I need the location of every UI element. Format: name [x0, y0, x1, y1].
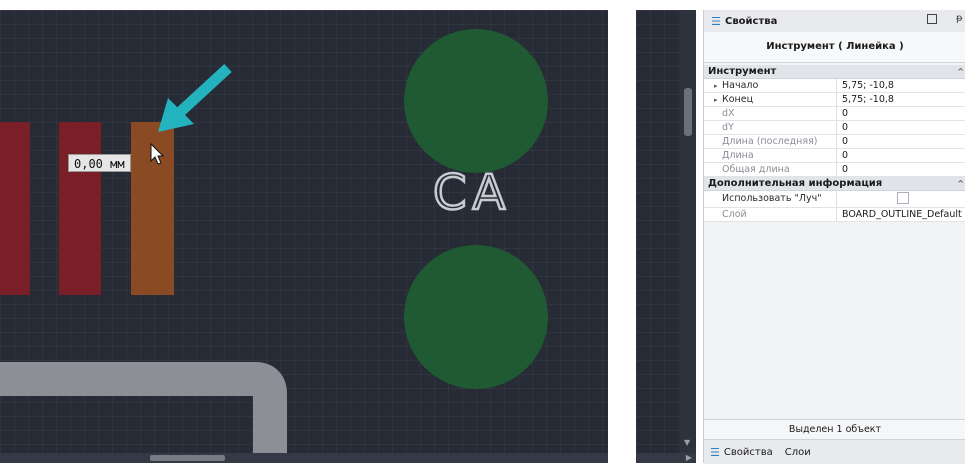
property-name: Использовать "Луч": [704, 191, 837, 207]
collapse-caret-icon[interactable]: ^: [957, 65, 964, 78]
splitter: [608, 10, 636, 463]
secondary-horizontal-scrollbar[interactable]: ▶: [636, 453, 696, 463]
properties-icon: ☰: [710, 445, 720, 459]
vertical-scroll-thumb[interactable]: [684, 88, 692, 136]
category-label: Инструмент: [708, 66, 777, 77]
property-value[interactable]: 5,75; -10,8: [837, 93, 965, 106]
property-name: dX: [704, 107, 837, 120]
selection-status: Выделен 1 объект: [704, 419, 965, 440]
vertical-scrollbar[interactable]: ▼: [680, 10, 696, 453]
panel-header: ☰ Свойства ᵽ: [704, 10, 965, 33]
property-value[interactable]: 5,75; -10,8: [837, 79, 965, 92]
property-row-dy[interactable]: dY 0: [704, 121, 965, 135]
expand-arrow-icon[interactable]: ▸: [714, 80, 722, 92]
collapse-caret-icon[interactable]: ^: [957, 177, 964, 190]
category-additional-info[interactable]: Дополнительная информация ^: [704, 177, 965, 191]
property-name: Длина (последняя): [704, 135, 837, 148]
scroll-down-arrow-icon[interactable]: ▼: [684, 438, 690, 447]
pad-red-left[interactable]: [0, 122, 30, 295]
property-value: 0: [842, 164, 849, 175]
property-row-layer[interactable]: Слой BOARD_OUTLINE_Default: [704, 208, 965, 222]
via-bottom[interactable]: [404, 245, 548, 389]
expand-arrow-icon[interactable]: ▸: [714, 94, 722, 106]
property-name: Начало: [722, 80, 759, 91]
property-value: 0: [842, 136, 849, 147]
tool-title: Инструмент ( Линейка ): [704, 32, 965, 63]
tab-label: Слои: [784, 446, 811, 458]
scroll-right-arrow-icon[interactable]: ▶: [686, 453, 692, 463]
horizontal-scroll-thumb[interactable]: [150, 455, 225, 461]
arrow-icon: [158, 63, 232, 132]
property-row-start[interactable]: ▸ Начало 5,75; -10,8: [704, 79, 965, 93]
property-name: dY: [704, 121, 837, 134]
measure-readout: 0,00 мм: [68, 154, 131, 172]
property-name: Длина: [704, 149, 837, 162]
property-row-length-last[interactable]: Длина (последняя) 0: [704, 135, 965, 149]
pad-red-middle[interactable]: [59, 122, 101, 295]
use-ray-checkbox[interactable]: [897, 191, 909, 204]
property-row-dx[interactable]: dX 0: [704, 107, 965, 121]
panel-title: Свойства: [725, 15, 778, 27]
pcb-drawing: CA: [0, 29, 548, 453]
horizontal-scrollbar[interactable]: [0, 453, 608, 463]
board-outline[interactable]: [0, 362, 287, 453]
property-row-end[interactable]: ▸ Конец 5,75; -10,8: [704, 93, 965, 107]
property-value[interactable]: BOARD_OUTLINE_Default: [837, 208, 965, 221]
category-tool[interactable]: Инструмент ^: [704, 65, 965, 79]
property-grid: Инструмент ^ ▸ Начало 5,75; -10,8 ▸ Конец …: [704, 65, 965, 222]
pcb-canvas[interactable]: CA 0,00 мм: [0, 10, 608, 453]
property-row-total-length[interactable]: Общая длина 0: [704, 163, 965, 177]
property-name: Конец: [722, 94, 754, 105]
tab-label: Свойства: [723, 446, 773, 458]
property-name: Общая длина: [704, 163, 837, 176]
property-value: [837, 191, 965, 207]
property-row-length[interactable]: Длина 0: [704, 149, 965, 163]
maximize-button[interactable]: [927, 14, 937, 24]
property-row-use-ray[interactable]: Использовать "Луч": [704, 191, 965, 208]
property-value: 0: [842, 150, 849, 161]
panel-tabs: ☰ Свойства Слои: [704, 439, 965, 464]
property-name: Слой: [704, 208, 837, 221]
properties-panel: ☰ Свойства ᵽ Инструмент ( Линейка ) Инст…: [703, 10, 965, 464]
tab-layers[interactable]: Слои: [779, 440, 817, 464]
silkscreen-text: CA: [433, 165, 511, 221]
property-value: 0: [842, 122, 849, 133]
pin-icon[interactable]: ᵽ: [956, 13, 963, 24]
property-value: 0: [842, 108, 849, 119]
via-top[interactable]: [404, 29, 548, 173]
tab-properties[interactable]: ☰ Свойства: [704, 440, 779, 464]
properties-icon: ☰: [711, 14, 721, 28]
category-label: Дополнительная информация: [708, 178, 883, 189]
